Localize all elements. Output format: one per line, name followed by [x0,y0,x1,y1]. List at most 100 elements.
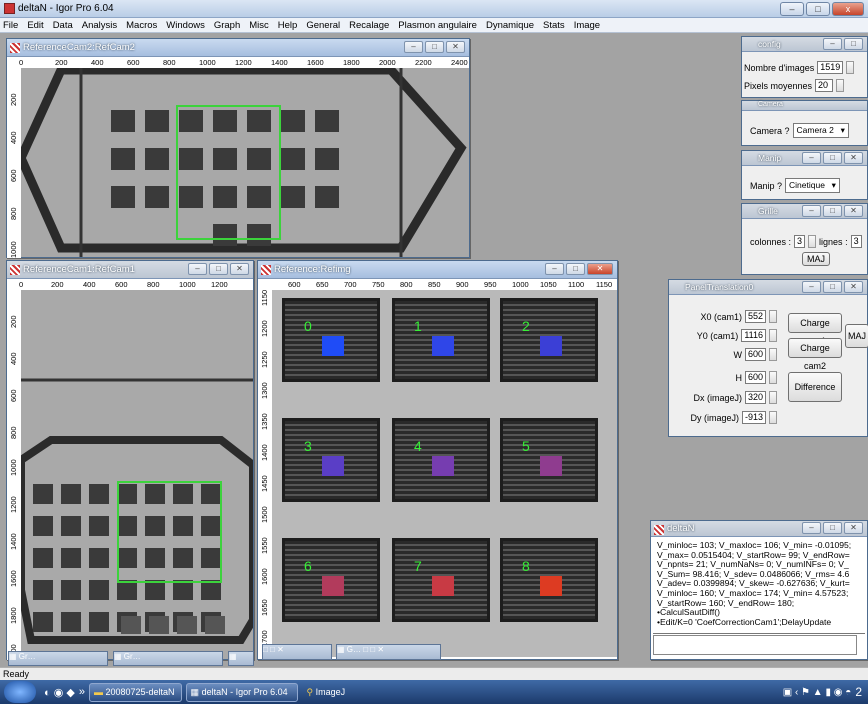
menu-misc[interactable]: Misc [249,18,269,32]
panel-config[interactable]: config – □ Nombre d'images 1519 Pixels moye… [741,36,868,98]
menu-file[interactable]: File [3,18,18,32]
menu-macros[interactable]: Macros [126,18,157,32]
close-icon[interactable]: ✕ [844,152,863,164]
roi-marker[interactable] [322,576,344,596]
roi-marker[interactable] [322,336,344,356]
spinner-icon[interactable] [769,391,777,404]
minimize-icon[interactable]: – [188,263,207,275]
roi-rectangle[interactable] [117,481,222,583]
panel-manip-titlebar[interactable]: Manip – □ ✕ [742,151,867,166]
tray-icons[interactable]: ▣ ‹ ⚑ ▲ ▮ ◉ ◓ [783,687,852,698]
minimize-icon[interactable]: – [802,205,821,217]
colonnes-field[interactable]: 3 [794,235,806,248]
spinner-icon[interactable] [769,348,777,361]
system-tray[interactable]: ▣ ‹ ⚑ ▲ ▮ ◉ ◓ 2 [783,680,868,704]
menu-graph[interactable]: Graph [214,18,240,32]
roi-marker[interactable] [432,576,454,596]
window-refimg[interactable]: Reference:Refimg – □ ✕ 600 650 700 750 800 850 9… [257,260,618,660]
menu-plasmon[interactable]: Plasmon angulaire [398,18,477,32]
minimize-icon[interactable]: – [545,263,564,275]
maximize-icon[interactable]: □ [823,152,842,164]
taskbar-imagej[interactable]: ⚲ ImageJ [302,683,382,702]
translation-field-input[interactable]: 600 [744,371,766,384]
app-maximize-button[interactable]: □ [806,2,830,16]
maximize-icon[interactable]: □ [823,281,842,293]
close-icon[interactable]: ✕ [844,522,863,534]
spinner-icon[interactable] [808,235,817,248]
roi-marker[interactable] [540,456,562,476]
panel-config-titlebar[interactable]: config – □ [742,37,867,52]
menu-data[interactable]: Data [53,18,73,32]
panel-translation[interactable]: PanelTranslation0 – □ ✕ X0 (cam1) 552 Y0 (cam… [668,279,868,437]
menu-dynamique[interactable]: Dynamique [486,18,534,32]
refimg-image[interactable]: 0 1 2 3 4 5 6 7 8 [272,290,617,657]
menu-help[interactable]: Help [278,18,298,32]
minimize-icon[interactable]: – [823,38,842,50]
maximize-icon[interactable]: □ [209,263,228,275]
roi-marker[interactable] [322,456,344,476]
panel-camera[interactable]: Camera Camera ? Camera 2 [741,100,868,146]
manip-select[interactable]: Cinetique [785,178,840,193]
menu-edit[interactable]: Edit [27,18,43,32]
command-line-input[interactable] [653,635,857,655]
roi-marker[interactable] [432,456,454,476]
charge-cam1-button[interactable]: Charge cam1 [788,313,842,346]
panel-camera-titlebar[interactable]: Camera [742,101,867,111]
minimize-icon[interactable]: – [404,41,423,53]
maximize-icon[interactable]: □ [425,41,444,53]
charge-cam2-button[interactable]: Charge cam2 [788,338,842,371]
translation-field-input[interactable]: 1116 [741,329,766,342]
start-button[interactable] [4,681,36,703]
minimized-window[interactable]: □ □ ✕ [262,644,332,660]
maximize-icon[interactable]: □ [823,522,842,534]
app-minimize-button[interactable]: – [780,2,804,16]
minimize-icon[interactable]: – [802,522,821,534]
close-icon[interactable]: ✕ [844,281,863,293]
pixels-field[interactable]: 20 [815,79,834,92]
camera-select[interactable]: Camera 2 [792,123,849,138]
minimized-window[interactable]: ▦ Gr… [113,651,223,666]
minimized-window[interactable]: ▦ [228,651,254,666]
spinner-icon[interactable] [769,371,777,384]
menu-windows[interactable]: Windows [166,18,205,32]
window-refimg-titlebar[interactable]: Reference:Refimg – □ ✕ [258,261,617,279]
translation-field-input[interactable]: 552 [744,310,766,323]
window-refcam1[interactable]: ReferenceCam1:RefCam1 – □ ✕ 0 200 400 600 800 1… [6,260,254,661]
menu-image[interactable]: Image [574,18,600,32]
minimized-window[interactable]: ▦ G… □ □ ✕ [336,644,441,660]
difference-button[interactable]: Difference [788,372,842,402]
close-icon[interactable]: ✕ [230,263,249,275]
spinner-icon[interactable] [836,79,845,92]
minimize-icon[interactable]: – [802,152,821,164]
menu-analysis[interactable]: Analysis [82,18,117,32]
spinner-icon[interactable] [769,411,777,424]
close-icon[interactable]: ✕ [844,205,863,217]
translation-field-input[interactable]: -913 [741,411,766,424]
quicklaunch-more[interactable]: » [79,686,85,698]
close-icon[interactable]: ✕ [587,263,613,275]
maximize-icon[interactable]: □ [844,38,863,50]
minimize-icon[interactable]: – [802,281,821,293]
menu-stats[interactable]: Stats [543,18,565,32]
clock[interactable]: 2 [855,685,862,699]
window-refcam2-titlebar[interactable]: ReferenceCam2:RefCam2 – □ ✕ [7,39,469,57]
translation-field-input[interactable]: 320 [744,391,766,404]
taskbar-igor[interactable]: ▦ deltaN - Igor Pro 6.04 [185,682,298,702]
panel-grille[interactable]: Grille – □ ✕ colonnes :3 lignes :3 MAJ [741,203,868,275]
roi-marker[interactable] [432,336,454,356]
lignes-field[interactable]: 3 [850,235,862,248]
maj-grille-button[interactable]: MAJ [802,252,830,266]
refcam2-image[interactable] [21,68,469,257]
refcam1-image[interactable] [21,290,253,659]
panel-translation-titlebar[interactable]: PanelTranslation0 – □ ✕ [669,280,867,295]
quicklaunch-icons[interactable]: ◐ ◉ ◆ [44,686,75,699]
roi-rectangle[interactable] [176,105,281,240]
panel-manip[interactable]: Manip – □ ✕ Manip ? Cinetique [741,150,868,200]
maximize-icon[interactable]: □ [823,205,842,217]
history-text[interactable]: V_minloc= 103; V_maxloc= 106; V_min= -0.… [657,541,868,627]
spinner-icon[interactable] [769,310,777,323]
window-refcam2[interactable]: ReferenceCam2:RefCam2 – □ ✕ 0 200 400 600 800 1… [6,38,470,258]
spinner-icon[interactable] [846,61,855,74]
maximize-icon[interactable]: □ [566,263,585,275]
nb-images-field[interactable]: 1519 [817,61,844,74]
